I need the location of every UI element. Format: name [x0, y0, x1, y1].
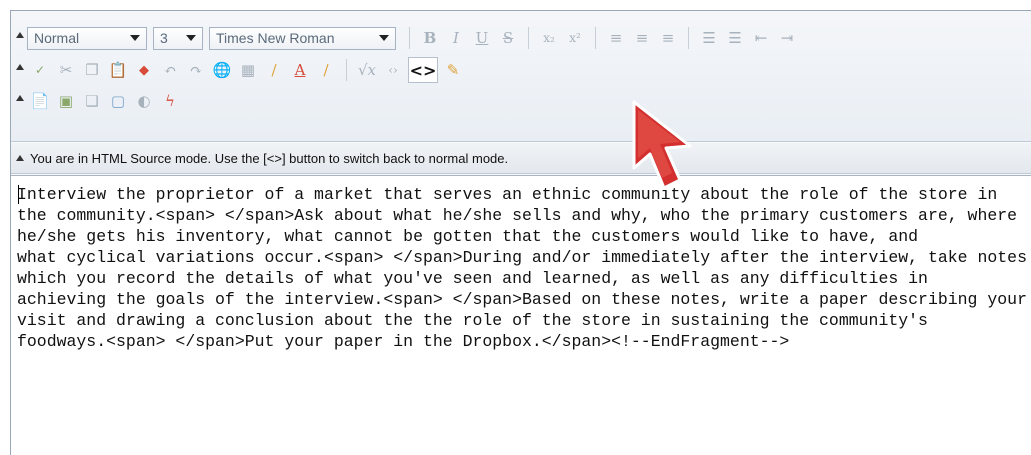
font-family-value: Times New Roman — [216, 30, 335, 46]
chevron-down-icon — [186, 35, 196, 41]
source-mode-message: You are in HTML Source mode. Use the [<>… — [30, 150, 509, 166]
preview-icon[interactable]: ‹› — [380, 59, 406, 81]
toolbar-separator — [409, 27, 410, 49]
paste-text-icon[interactable]: 📄 — [27, 90, 53, 112]
collapse-row-3-icon[interactable] — [16, 95, 24, 101]
toolbar-separator — [346, 59, 347, 81]
outdent-icon[interactable]: ⇤ — [748, 27, 774, 49]
insert-image-icon[interactable]: ▣ — [53, 90, 79, 112]
ordered-list-icon[interactable]: ☰ — [696, 27, 722, 49]
insert-document-icon[interactable]: ❏ — [79, 90, 105, 112]
align-left-icon[interactable]: ≡ — [603, 27, 629, 49]
html-source-textarea[interactable]: Interview the proprietor of a market tha… — [11, 175, 1031, 455]
superscript-icon[interactable]: x² — [562, 27, 588, 49]
collapse-row-1-icon[interactable] — [16, 32, 24, 38]
toolbar-separator — [688, 27, 689, 49]
html-editor: Normal 3 Times New Roman B I U S x₂ x² ≡… — [10, 10, 1031, 455]
toolbar-row-2: ✓ ✂ ❐ 📋 ◆ ↶ ↷ 🌐 ▦ ∕ A ∕ √x ‹› <> ✎ — [27, 56, 466, 84]
subscript-icon[interactable]: x₂ — [536, 27, 562, 49]
source-line: achieving the goals of the interview.<sp… — [17, 290, 1027, 309]
toolbar-separator — [528, 27, 529, 49]
indent-icon[interactable]: ⇥ — [774, 27, 800, 49]
font-color-icon[interactable]: A — [287, 59, 313, 81]
paragraph-style-select[interactable]: Normal — [27, 26, 147, 50]
source-line: which you record the details of what you… — [17, 269, 928, 288]
toolbar-separator — [595, 27, 596, 49]
source-line: Interview the proprietor of a market tha… — [17, 185, 998, 204]
cut-icon[interactable]: ✂ — [53, 59, 79, 81]
copy-icon[interactable]: ❐ — [79, 59, 105, 81]
source-line: the community.<span> </span>Ask about wh… — [17, 206, 1018, 225]
spellcheck-icon[interactable]: ✓ — [27, 59, 53, 81]
strikethrough-icon[interactable]: S — [495, 27, 521, 49]
bold-icon[interactable]: B — [417, 27, 443, 49]
align-right-icon[interactable]: ≡ — [655, 27, 681, 49]
insert-file-icon[interactable]: ▢ — [105, 90, 131, 112]
toolbar-row-3: 📄 ▣ ❏ ▢ ◐ ϟ — [27, 87, 183, 115]
mouse-pointer-icon — [632, 100, 692, 190]
source-line: foodways.<span> </span>Put your paper in… — [17, 332, 790, 351]
undo-icon[interactable]: ↶ — [157, 59, 183, 81]
html-source-toggle-button[interactable]: <> — [408, 57, 438, 83]
font-size-value: 3 — [160, 30, 168, 46]
text-caret — [18, 185, 19, 204]
insert-media-icon[interactable]: ◐ — [131, 90, 157, 112]
source-mode-status-bar: You are in HTML Source mode. Use the [<>… — [11, 143, 1031, 174]
edit-properties-icon[interactable]: ✎ — [440, 59, 466, 81]
toolbar-row-1: Normal 3 Times New Roman B I U S x₂ x² ≡… — [27, 24, 800, 52]
align-center-icon[interactable]: ≡ — [629, 27, 655, 49]
insert-flash-icon[interactable]: ϟ — [157, 90, 183, 112]
editor-toolbar: Normal 3 Times New Roman B I U S x₂ x² ≡… — [11, 11, 1031, 142]
paste-icon[interactable]: 📋 — [105, 59, 131, 81]
collapse-status-icon[interactable] — [16, 155, 24, 161]
redo-icon[interactable]: ↷ — [183, 59, 209, 81]
highlight-icon[interactable]: ∕ — [261, 59, 287, 81]
source-text[interactable]: Interview the proprietor of a market tha… — [11, 176, 1031, 352]
unordered-list-icon[interactable]: ☰ — [722, 27, 748, 49]
chevron-down-icon — [130, 35, 140, 41]
source-line: visit and drawing a conclusion about the… — [17, 311, 928, 330]
paragraph-style-value: Normal — [34, 30, 80, 46]
source-line: he/she gets his inventory, what cannot b… — [17, 227, 919, 246]
underline-icon[interactable]: U — [469, 27, 495, 49]
html-code-icon[interactable]: ◆ — [131, 59, 157, 81]
chevron-down-icon — [379, 35, 389, 41]
background-color-icon[interactable]: ∕ — [313, 59, 339, 81]
font-family-select[interactable]: Times New Roman — [209, 26, 396, 50]
italic-icon[interactable]: I — [443, 27, 469, 49]
font-size-select[interactable]: 3 — [153, 26, 203, 50]
collapse-row-2-icon[interactable] — [16, 64, 24, 70]
insert-link-icon[interactable]: 🌐 — [209, 59, 235, 81]
source-line: what cyclical variations occur.<span> </… — [17, 248, 1031, 267]
equation-icon[interactable]: √x — [354, 59, 380, 81]
insert-table-icon[interactable]: ▦ — [235, 59, 261, 81]
